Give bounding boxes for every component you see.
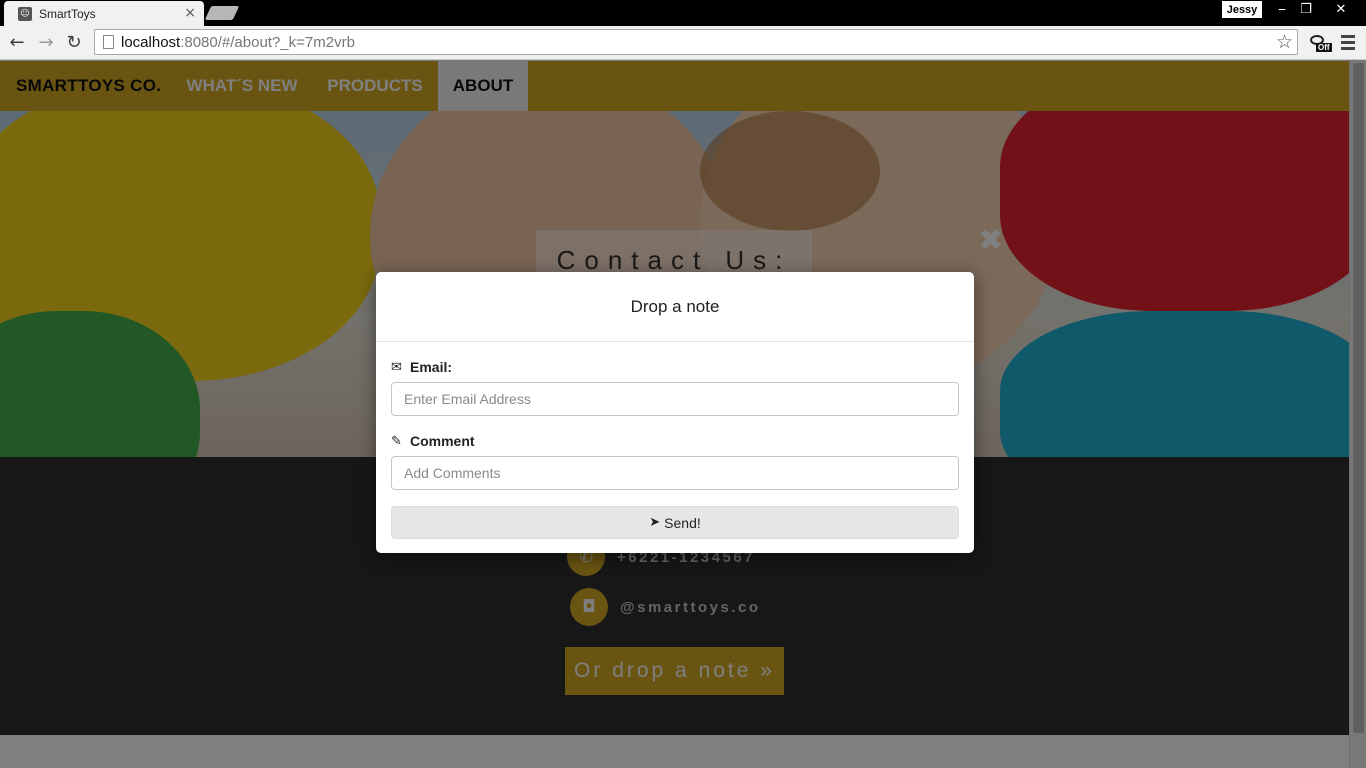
new-tab-button[interactable] bbox=[204, 6, 240, 20]
url-path: :8080/#/about?_k=7m2vrb bbox=[180, 33, 355, 51]
extension-status: Off bbox=[1316, 43, 1332, 52]
modal-title: Drop a note bbox=[630, 296, 720, 316]
drop-note-modal: Drop a note ✉ Email: ✎ Comment ➤ Send! bbox=[376, 272, 974, 553]
email-field[interactable] bbox=[391, 382, 959, 416]
back-icon[interactable]: ← bbox=[7, 33, 27, 53]
paper-plane-icon: ➤ bbox=[649, 515, 661, 530]
url-host: localhost bbox=[121, 33, 181, 51]
page-icon bbox=[103, 35, 114, 49]
tab-close-icon[interactable]: × bbox=[184, 5, 196, 21]
browser-menu-icon[interactable] bbox=[1341, 35, 1355, 51]
email-label: ✉ Email: bbox=[391, 359, 452, 375]
page-viewport: SMARTTOYS CO. WHAT´S NEW PRODUCTS ABOUT … bbox=[0, 61, 1366, 768]
close-window-icon[interactable]: ✕ bbox=[1318, 0, 1364, 18]
send-label: Send! bbox=[664, 514, 701, 531]
minimize-icon[interactable]: ‒ bbox=[1270, 0, 1294, 18]
restore-icon[interactable]: ❐ bbox=[1294, 0, 1318, 18]
forward-icon[interactable]: → bbox=[36, 33, 56, 53]
comment-label-text: Comment bbox=[410, 433, 475, 449]
browser-tab[interactable]: ☺ SmartToys × bbox=[4, 1, 204, 26]
bookmark-star-icon[interactable]: ☆ bbox=[1276, 31, 1293, 53]
extension-icon[interactable]: Off bbox=[1310, 33, 1332, 55]
address-bar[interactable]: localhost:8080/#/about?_k=7m2vrb ☆ bbox=[94, 29, 1298, 55]
modal-header: Drop a note bbox=[376, 272, 974, 342]
comment-label: ✎ Comment bbox=[391, 433, 475, 449]
profile-badge[interactable]: Jessy bbox=[1222, 1, 1262, 18]
tab-title: SmartToys bbox=[39, 6, 96, 21]
send-button[interactable]: ➤ Send! bbox=[391, 506, 959, 539]
comment-field[interactable] bbox=[391, 456, 959, 490]
favicon-icon: ☺ bbox=[18, 6, 32, 21]
email-label-text: Email: bbox=[410, 359, 453, 375]
reload-icon[interactable]: ↻ bbox=[64, 33, 84, 53]
browser-toolbar: ← → ↻ localhost:8080/#/about?_k=7m2vrb ☆… bbox=[0, 26, 1366, 60]
browser-titlebar: ☺ SmartToys × Jessy ‒ ❐ ✕ bbox=[0, 0, 1366, 26]
envelope-icon: ✉ bbox=[391, 359, 402, 375]
pencil-icon: ✎ bbox=[391, 433, 402, 449]
